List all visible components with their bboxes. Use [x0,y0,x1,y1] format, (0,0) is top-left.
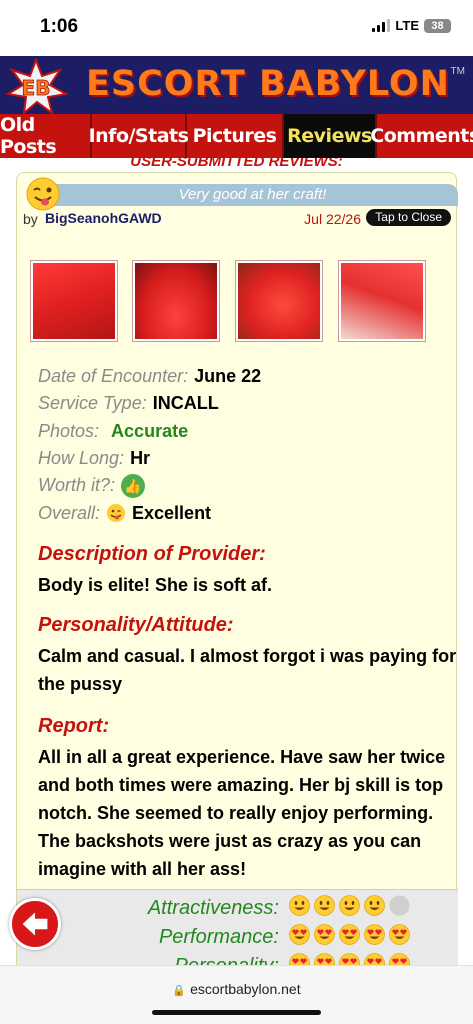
detail-photos: Photos: Accurate [38,418,448,445]
reviews-content: USER-SUBMITTED REVIEWS: Very good at her… [0,158,473,965]
detail-value: Hr [130,448,151,469]
heart-eyes-icon [364,924,385,945]
report-section: Report: All in all a great experience. H… [38,715,458,883]
detail-value: Accurate [111,420,189,441]
network-label: LTE [395,18,419,33]
status-bar: 1:06 LTE 38 [0,0,473,52]
detail-worth-it: Worth it?: 👍 [38,472,448,499]
report-text: All in all a great experience. Have saw … [38,747,446,879]
detail-label: Date of Encounter: [38,366,189,387]
description-text: Body is elite! She is soft af. [38,575,273,595]
heart-eyes-icon [289,924,310,945]
trademark: TM [450,66,465,77]
detail-label: How Long: [38,448,125,469]
detail-service: Service Type: INCALL [38,390,448,417]
detail-value: June 22 [194,366,262,387]
author-link[interactable]: BigSeanohGAWD [45,210,162,226]
heart-eyes-icon [339,924,360,945]
heart-eyes-icon [314,924,335,945]
smiley-face-icon [289,895,310,916]
photo-thumbnails [30,260,441,342]
status-indicators: LTE 38 [372,18,451,33]
personality-text: Calm and casual. I almost forgot i was p… [38,646,457,694]
site-header: EB ESCORT BABYLON TM [0,56,473,114]
logo-badge[interactable]: EB [4,58,68,114]
heart-eyes-icon [389,953,410,965]
nav-tabs: Old Posts Info/Stats Pictures Reviews Co… [0,114,473,158]
tab-info-stats[interactable]: Info/Stats [89,114,189,158]
status-time: 1:06 [40,16,79,37]
url-text: escortbabylon.net [190,981,301,997]
heart-eyes-icon [289,953,310,965]
review-details: Date of Encounter: June 22 Service Type:… [38,363,448,527]
browser-address-bar[interactable]: 🔒 escortbabylon.net [0,965,473,1024]
review-meta: by BigSeanohGAWD Jul 22/26 Tap to Close [23,209,453,229]
photo-thumbnail[interactable] [338,260,426,342]
photo-thumbnail[interactable] [30,260,118,342]
photo-thumbnail[interactable] [235,260,323,342]
rating-icons [285,895,410,921]
ratings-panel: Attractiveness: Performance: Personality… [17,889,458,965]
thumbs-up-icon: 👍 [121,473,146,498]
smiley-face-icon [314,895,335,916]
detail-overall: Overall: Excellent [38,499,448,526]
rating-personality: Personality: [175,953,411,965]
svg-text:EB: EB [22,76,51,100]
detail-value: INCALL [152,393,219,414]
review-card: Very good at her craft! by BigSeanohGAWD… [16,172,458,965]
rating-label: Personality: [175,955,280,966]
smiley-face-icon [364,895,385,916]
heart-eyes-icon [339,953,360,965]
detail-date: Date of Encounter: June 22 [38,363,448,390]
battery-icon: 38 [424,18,451,33]
rating-label: Performance: [158,925,279,948]
winking-tongue-emoji-icon [26,177,60,211]
photo-thumbnail[interactable] [132,260,220,342]
personality-title: Personality/Attitude: [38,614,234,636]
signal-icon [372,19,391,32]
rating-label: Attractiveness: [147,896,279,919]
detail-label: Photos: [38,420,100,441]
description-section: Description of Provider: Body is elite! … [38,543,458,599]
description-title: Description of Provider: [38,543,266,565]
rating-icons [285,953,410,965]
detail-how-long: How Long: Hr [38,445,448,472]
report-title: Report: [38,715,110,737]
back-arrow-button[interactable] [9,898,61,950]
site-title[interactable]: ESCORT BABYLON [86,64,450,104]
tab-comments[interactable]: Comments [370,114,473,158]
section-title: USER-SUBMITTED REVIEWS: [130,158,343,170]
empty-rating-icon [389,895,410,916]
rating-attractiveness: Attractiveness: [148,895,410,921]
tab-old-posts[interactable]: Old Posts [0,114,92,158]
heart-eyes-icon [389,924,410,945]
detail-label: Overall: [38,502,101,523]
tap-to-close-button[interactable]: Tap to Close [366,209,451,226]
lock-icon: 🔒 [172,985,187,997]
detail-value: Excellent [132,502,212,523]
home-indicator[interactable] [152,1010,321,1015]
detail-label: Worth it?: [38,475,116,496]
heart-eyes-icon [314,953,335,965]
review-date: Jul 22/26 [304,211,361,227]
heart-eyes-icon [364,953,385,965]
tab-reviews[interactable]: Reviews [284,114,377,158]
smiley-face-icon [339,895,360,916]
personality-section: Personality/Attitude: Calm and casual. I… [38,614,458,698]
detail-label: Service Type: [38,393,147,414]
url-display[interactable]: 🔒 escortbabylon.net [0,981,473,997]
by-label: by [23,211,38,227]
rating-icons [285,924,410,950]
tab-pictures[interactable]: Pictures [187,114,284,158]
review-headline: Very good at her craft! [47,184,458,206]
winking-tongue-emoji-icon [107,504,126,523]
rating-performance: Performance: [159,924,410,950]
